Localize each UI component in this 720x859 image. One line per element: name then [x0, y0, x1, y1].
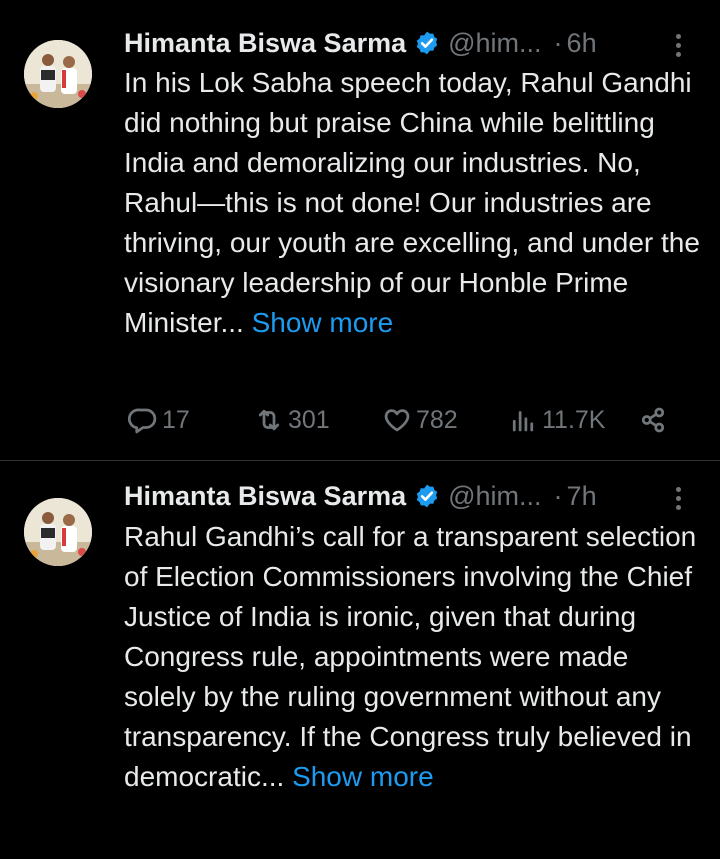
- author-handle[interactable]: @him...: [448, 481, 541, 512]
- views-button[interactable]: 11.7K: [508, 400, 605, 440]
- share-button[interactable]: [638, 400, 668, 440]
- verified-badge-icon: [416, 484, 438, 508]
- action-bar: 17 301 782 11.7K: [124, 400, 684, 440]
- tweet-text: In his Lok Sabha speech today, Rahul Gan…: [124, 63, 704, 343]
- separator-dot: ·: [553, 27, 563, 58]
- tweet[interactable]: Himanta Biswa Sarma @him... · 7h Rahul G…: [0, 461, 720, 859]
- repost-count: 301: [288, 405, 330, 434]
- author-handle[interactable]: @him...: [448, 28, 541, 59]
- tweet-header: Himanta Biswa Sarma @him... · 6h: [124, 26, 597, 60]
- like-count: 782: [416, 405, 458, 434]
- author-name[interactable]: Himanta Biswa Sarma: [124, 481, 406, 512]
- repost-button[interactable]: 301: [254, 400, 330, 440]
- show-more-link[interactable]: Show more: [292, 761, 434, 792]
- reply-count: 17: [162, 405, 190, 434]
- tweet-body: Rahul Gandhi’s call for a transparent se…: [124, 521, 697, 792]
- verified-badge-icon: [416, 31, 438, 55]
- more-options-icon[interactable]: [668, 28, 688, 62]
- timestamp[interactable]: 6h: [567, 28, 597, 59]
- tweet-header: Himanta Biswa Sarma @him... · 7h: [124, 479, 597, 513]
- show-more-link[interactable]: Show more: [252, 307, 394, 338]
- tweet-body: In his Lok Sabha speech today, Rahul Gan…: [124, 67, 700, 338]
- like-button[interactable]: 782: [382, 400, 458, 440]
- repost-icon: [258, 409, 280, 431]
- share-icon: [641, 407, 665, 433]
- reply-icon: [128, 408, 157, 434]
- reply-button[interactable]: 17: [128, 400, 190, 440]
- views-count: 11.7K: [542, 405, 606, 434]
- views-icon: [512, 411, 534, 432]
- separator-dot: ·: [553, 480, 563, 511]
- more-options-icon[interactable]: [668, 481, 688, 515]
- avatar[interactable]: [24, 498, 92, 566]
- tweet[interactable]: Himanta Biswa Sarma @him... · 6h In his …: [0, 0, 720, 460]
- author-name[interactable]: Himanta Biswa Sarma: [124, 28, 406, 59]
- timestamp[interactable]: 7h: [567, 481, 597, 512]
- tweet-text: Rahul Gandhi’s call for a transparent se…: [124, 517, 704, 797]
- like-icon: [384, 409, 410, 432]
- avatar[interactable]: [24, 40, 92, 108]
